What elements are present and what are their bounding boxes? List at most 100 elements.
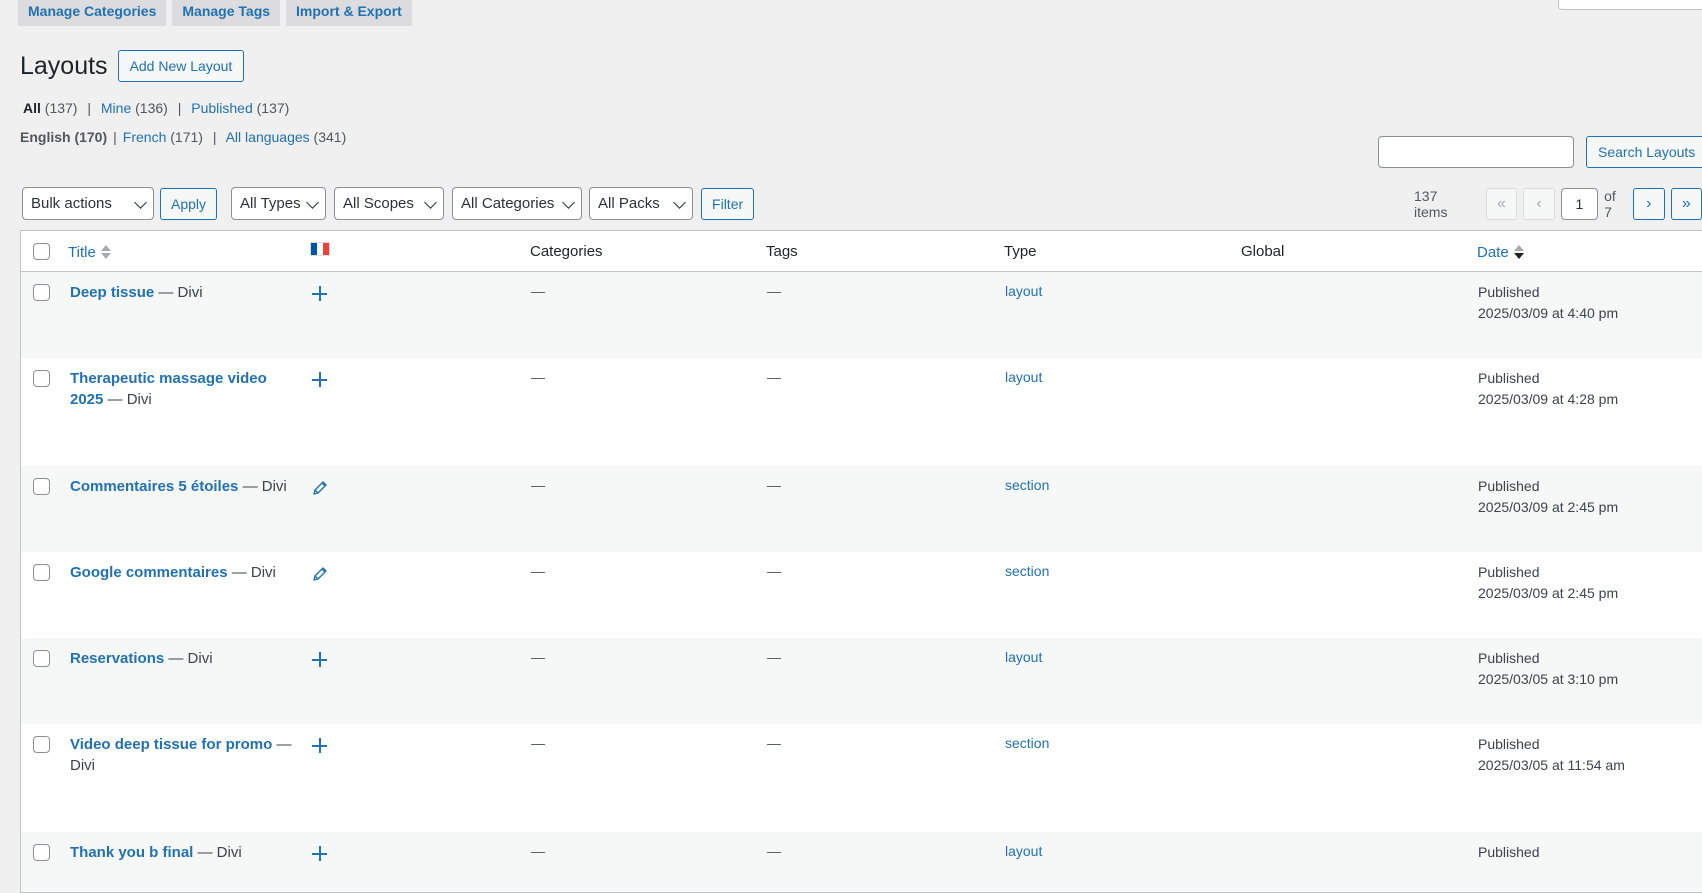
total-pages: of 7 xyxy=(1604,188,1616,220)
row-checkbox[interactable] xyxy=(33,478,50,495)
select-all-checkbox[interactable] xyxy=(33,243,50,260)
row-title-suffix: — Divi xyxy=(107,391,152,408)
row-status: Published xyxy=(1478,370,1540,386)
row-type-link[interactable]: layout xyxy=(1005,843,1042,859)
row-title-cell: Google commentaires — Divi xyxy=(70,562,295,583)
row-title-suffix: — Divi xyxy=(158,284,203,301)
row-type-link[interactable]: layout xyxy=(1005,649,1042,665)
pack-filter-value: All Packs xyxy=(598,195,660,212)
row-tags: — xyxy=(767,843,781,859)
row-date-cell: Published 2025/03/09 at 2:45 pm xyxy=(1478,476,1618,518)
row-date: 2025/03/09 at 2:45 pm xyxy=(1478,499,1619,515)
row-title-link[interactable]: Deep tissue xyxy=(70,284,154,301)
row-translation-cell[interactable] xyxy=(309,369,329,389)
search-layouts-button[interactable]: Search Layouts xyxy=(1586,136,1702,168)
prev-page-button: ‹ xyxy=(1523,188,1555,220)
row-title-link[interactable]: Reservations xyxy=(70,650,164,667)
filter-button[interactable]: Filter xyxy=(701,187,755,220)
row-title-link[interactable]: Therapeutic massage video 2025 xyxy=(70,370,267,408)
page-title: Layouts xyxy=(20,52,108,80)
row-title-cell: Deep tissue — Divi xyxy=(70,282,295,303)
row-checkbox[interactable] xyxy=(33,844,50,861)
view-published-link[interactable]: Published xyxy=(191,100,253,116)
row-translation-cell[interactable] xyxy=(309,735,329,755)
row-checkbox[interactable] xyxy=(33,284,50,301)
row-categories: — xyxy=(531,843,545,859)
lang-french-link[interactable]: French xyxy=(123,129,167,145)
category-filter-select[interactable]: All Categories xyxy=(452,187,583,220)
view-mine-link[interactable]: Mine xyxy=(101,100,131,116)
row-title-suffix: — Divi xyxy=(197,844,242,861)
row-categories: — xyxy=(531,477,545,493)
row-checkbox[interactable] xyxy=(33,370,50,387)
type-filter-value: All Types xyxy=(240,195,301,212)
page-heading: Layouts Add New Layout xyxy=(20,50,245,82)
row-type-link[interactable]: section xyxy=(1005,735,1049,751)
chevron-down-icon xyxy=(306,196,319,209)
row-title-cell: Video deep tissue for promo — Divi xyxy=(70,734,295,776)
apply-button[interactable]: Apply xyxy=(160,187,218,220)
row-translation-cell[interactable] xyxy=(309,283,329,303)
lang-all-link[interactable]: All languages xyxy=(226,129,310,145)
column-title-header[interactable]: Title xyxy=(68,243,111,261)
type-filter-select[interactable]: All Types xyxy=(231,187,327,220)
row-type-link[interactable]: layout xyxy=(1005,283,1042,299)
column-date-header[interactable]: Date xyxy=(1477,243,1524,261)
row-type-link[interactable]: section xyxy=(1005,563,1049,579)
row-title-link[interactable]: Thank you b final xyxy=(70,844,193,861)
row-title-link[interactable]: Commentaires 5 étoiles xyxy=(70,478,238,495)
tab-import-export[interactable]: Import & Export xyxy=(286,0,412,26)
first-page-button: « xyxy=(1485,188,1518,220)
last-page-button[interactable]: » xyxy=(1670,188,1702,220)
plus-icon xyxy=(312,372,327,387)
row-date: 2025/03/05 at 3:10 pm xyxy=(1478,671,1619,687)
column-tags-header: Tags xyxy=(766,243,798,260)
row-tags: — xyxy=(767,563,781,579)
row-checkbox[interactable] xyxy=(33,736,50,753)
current-page-input[interactable]: 1 xyxy=(1560,188,1599,220)
row-checkbox[interactable] xyxy=(33,564,50,581)
row-type-link[interactable]: layout xyxy=(1005,369,1042,385)
pencil-icon xyxy=(313,481,327,495)
tab-manage-categories[interactable]: Manage Categories xyxy=(18,0,167,26)
scope-filter-select[interactable]: All Scopes xyxy=(334,187,445,220)
table-row: Therapeutic massage video 2025 — Divi — … xyxy=(21,358,1702,466)
plus-icon xyxy=(312,652,327,667)
add-new-layout-button[interactable]: Add New Layout xyxy=(117,50,245,82)
top-tabs: Manage Categories Manage Tags Import & E… xyxy=(18,0,412,26)
pack-filter-select[interactable]: All Packs xyxy=(589,187,694,220)
row-tags: — xyxy=(767,649,781,665)
lang-english[interactable]: English (170) xyxy=(20,129,107,145)
column-date-label: Date xyxy=(1477,244,1509,261)
screen-options-toggle[interactable] xyxy=(1558,0,1702,10)
row-tags: — xyxy=(767,735,781,751)
row-date-cell: Published 2025/03/05 at 3:10 pm xyxy=(1478,648,1618,690)
row-translation-cell[interactable] xyxy=(309,563,329,583)
sort-desc-icon xyxy=(1513,245,1524,259)
row-translation-cell[interactable] xyxy=(309,843,329,863)
row-title-link[interactable]: Video deep tissue for promo xyxy=(70,736,272,753)
row-title-suffix: — Divi xyxy=(242,478,287,495)
view-all-label[interactable]: All xyxy=(23,100,41,116)
category-filter-value: All Categories xyxy=(461,195,555,212)
row-date: 2025/03/09 at 4:40 pm xyxy=(1478,305,1619,321)
layouts-table: Title Categories Tags Type Global Date D… xyxy=(20,230,1702,893)
row-translation-cell[interactable] xyxy=(309,477,329,497)
row-translation-cell[interactable] xyxy=(309,649,329,669)
tab-manage-tags[interactable]: Manage Tags xyxy=(172,0,281,26)
row-type-link[interactable]: section xyxy=(1005,477,1049,493)
next-page-button[interactable]: › xyxy=(1633,188,1665,220)
search-input[interactable] xyxy=(1378,136,1574,168)
row-title-link[interactable]: Google commentaires xyxy=(70,564,228,581)
row-title-cell: Commentaires 5 étoiles — Divi xyxy=(70,476,295,497)
chevron-down-icon xyxy=(562,196,575,209)
row-status: Published xyxy=(1478,844,1540,860)
sort-icon xyxy=(100,245,111,259)
bulk-actions-select[interactable]: Bulk actions xyxy=(22,187,154,220)
row-date-cell: Published 2025/03/09 at 2:45 pm xyxy=(1478,562,1618,604)
row-categories: — xyxy=(531,283,545,299)
row-status: Published xyxy=(1478,284,1540,300)
table-row: Thank you b final — Divi — — layout Publ… xyxy=(21,832,1702,892)
row-checkbox[interactable] xyxy=(33,650,50,667)
row-tags: — xyxy=(767,369,781,385)
